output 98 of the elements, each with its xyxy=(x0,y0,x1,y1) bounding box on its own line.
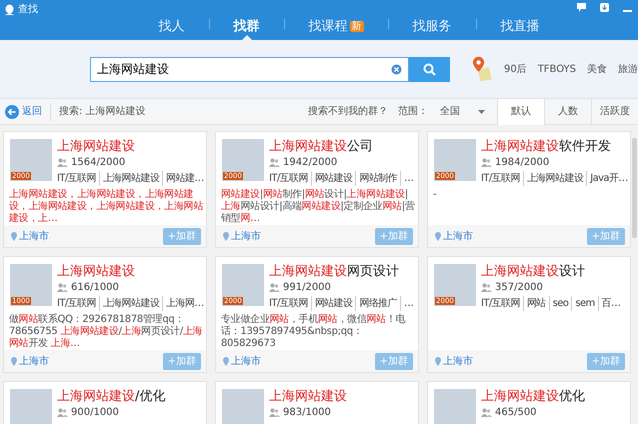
group-tag: … xyxy=(400,296,414,311)
member-count: 357/2000 xyxy=(495,281,543,295)
group-tag: 网站 xyxy=(522,296,546,311)
group-tag: IT/互联网 xyxy=(481,171,520,186)
feedback-icon[interactable] xyxy=(577,3,586,12)
location-pin-icon xyxy=(223,356,229,366)
group-avatar xyxy=(222,389,264,424)
member-count: 991/2000 xyxy=(283,281,331,295)
location-link[interactable]: 上海市 xyxy=(11,228,49,244)
people-icon xyxy=(57,283,68,292)
member-count: 465/500 xyxy=(495,406,537,420)
member-count: 900/1000 xyxy=(71,406,119,420)
group-title[interactable]: 上海网站建设优化 xyxy=(481,389,585,404)
group-tag: sem xyxy=(571,296,595,311)
group-tag: 网站建… xyxy=(162,171,204,186)
group-tag: … xyxy=(400,171,414,186)
sort-tab[interactable]: 默认 xyxy=(497,98,544,124)
group-title[interactable]: 上海网站建设软件开发 xyxy=(481,139,628,154)
group-tag: 网站建设 xyxy=(310,171,352,186)
sort-tab[interactable]: 人数 xyxy=(544,98,591,124)
location-link[interactable]: 上海市 xyxy=(11,354,49,368)
group-tag: 百… xyxy=(598,296,620,311)
location-link[interactable]: 上海市 xyxy=(435,354,473,368)
group-title[interactable]: 上海网站建设设计 xyxy=(481,264,620,279)
group-tag: Java开… xyxy=(586,171,628,186)
group-description: 专业做企业网站，手机网站，微信网站！电话：13957897495&nbsp;qq：805829673 xyxy=(221,314,406,350)
location-link[interactable]: 上海市 xyxy=(223,354,261,368)
back-button[interactable]: 返回 xyxy=(0,102,51,120)
group-title[interactable]: 上海网站建设/优化 xyxy=(57,389,166,404)
group-tag: IT/互联网 xyxy=(269,296,308,311)
group-tag: 上海网站建设 xyxy=(522,171,584,186)
nav-tab[interactable]: 找服务 xyxy=(388,14,476,40)
group-title[interactable]: 上海网站建设网页设计 xyxy=(269,264,414,279)
group-title[interactable]: 上海网站建设 xyxy=(57,139,204,154)
nav-tab[interactable]: 找直播 xyxy=(476,14,564,40)
group-description: - xyxy=(433,189,438,201)
location-pin-icon xyxy=(11,232,17,240)
scrollbar-thumb[interactable] xyxy=(632,138,637,238)
location-pin-icon xyxy=(223,232,229,240)
search-query: 搜索: 上海网站建设 xyxy=(59,104,146,119)
group-tag: IT/互联网 xyxy=(57,296,96,311)
group-tag: 上海网站建设 xyxy=(98,296,160,311)
nav-tab[interactable]: 找课程 新 xyxy=(284,14,388,40)
group-avatar xyxy=(10,389,52,424)
people-icon xyxy=(269,283,280,292)
group-tag: IT/互联网 xyxy=(269,171,308,186)
member-count: 1564/2000 xyxy=(71,156,126,170)
back-arrow-icon xyxy=(5,104,19,118)
group-tag: 网站制作 xyxy=(355,171,398,186)
group-description: 做网站联系QQ：2926781878管理qq：78656755 上海网站建设/上海网页设计/上海网站开发 上海… xyxy=(9,314,203,350)
people-icon xyxy=(481,158,492,167)
search-icon xyxy=(423,62,436,76)
clear-icon[interactable] xyxy=(391,64,402,74)
caret-icon xyxy=(478,110,485,114)
group-avatar xyxy=(434,389,476,424)
location-link[interactable]: 上海市 xyxy=(435,228,473,244)
location-pin-icon xyxy=(435,356,441,366)
hot-word-link[interactable]: TFBOYS xyxy=(538,62,576,76)
group-tag: IT/互联网 xyxy=(57,171,96,186)
hot-word-link[interactable]: 旅游 xyxy=(618,62,638,76)
people-icon xyxy=(57,158,68,167)
group-description: 网站建设|网站制作|网站设计|上海网站建设|上海网站设计|高端网站建设|定制企业网站|营销型网… xyxy=(221,189,415,225)
nav-tab[interactable]: 找人 xyxy=(134,14,208,40)
people-icon xyxy=(269,408,280,417)
group-tag: 上海网… xyxy=(162,296,204,311)
scope-label: 范围： xyxy=(398,104,428,119)
group-tag: IT/互联网 xyxy=(481,296,520,311)
location-pin-icon xyxy=(11,356,17,366)
member-count: 983/1000 xyxy=(283,406,331,420)
penguin-icon xyxy=(4,4,15,16)
people-icon xyxy=(481,408,492,417)
window-title: 查找 xyxy=(18,2,38,17)
location-link[interactable]: 上海市 xyxy=(223,228,261,244)
people-icon xyxy=(57,408,68,417)
sort-tab[interactable]: 活跃度 xyxy=(591,98,638,124)
member-count: 1984/2000 xyxy=(495,156,550,170)
group-tag: 网络推广 xyxy=(355,296,398,311)
member-count: 616/1000 xyxy=(71,281,119,295)
group-description: 上海网站建设，上海网站建设，上海网站建设，上海网站建设，上海网站建设，上海网站建设，上… xyxy=(9,189,203,225)
hot-word-link[interactable]: 90后 xyxy=(504,62,527,76)
group-tag: 网站建设 xyxy=(310,296,352,311)
search-button[interactable] xyxy=(409,56,450,82)
help-link[interactable]: 搜索不到我的群？ xyxy=(308,104,388,119)
group-title[interactable]: 上海网站建设 xyxy=(57,264,204,279)
group-title[interactable]: 上海网站建设公司 xyxy=(269,139,414,154)
people-icon xyxy=(481,283,492,292)
download-icon[interactable] xyxy=(600,3,609,12)
new-badge: 新 xyxy=(350,21,364,32)
map-pin-icon[interactable] xyxy=(472,56,493,82)
search-field[interactable]: 上海网站建设 xyxy=(90,56,410,82)
member-count: 1942/2000 xyxy=(283,156,338,170)
group-title[interactable]: 上海网站建设 xyxy=(269,389,347,404)
group-tag: seo xyxy=(548,296,568,311)
people-icon xyxy=(269,158,280,167)
hot-word-link[interactable]: 美食 xyxy=(587,62,608,76)
group-tag: 上海网站建设 xyxy=(98,171,160,186)
location-pin-icon xyxy=(435,232,441,240)
scope-dropdown[interactable]: 全国 xyxy=(434,103,491,120)
